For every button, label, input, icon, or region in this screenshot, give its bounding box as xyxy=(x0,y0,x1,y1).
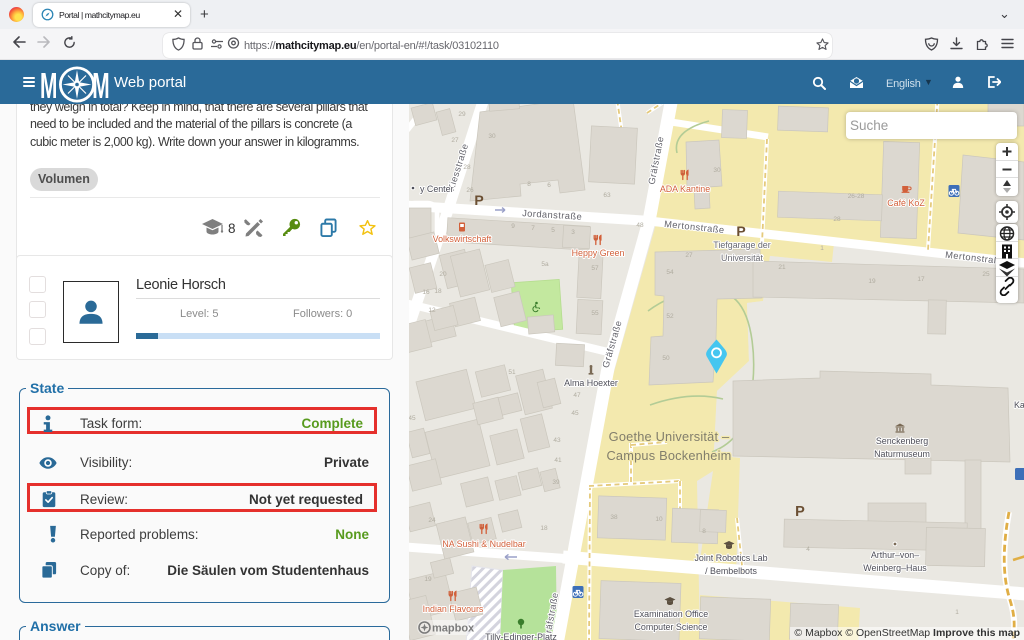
svg-text:9: 9 xyxy=(511,223,515,230)
svg-text:Weinberg–Haus: Weinberg–Haus xyxy=(863,563,927,573)
svg-text:Tiefgarage der: Tiefgarage der xyxy=(713,240,770,250)
svg-text:Volkswirtschaft: Volkswirtschaft xyxy=(433,234,492,244)
svg-text:4: 4 xyxy=(806,546,810,553)
svg-text:Naturmuseum: Naturmuseum xyxy=(874,449,930,459)
svg-text:52: 52 xyxy=(666,313,674,320)
svg-text:27: 27 xyxy=(451,137,459,144)
svg-text:Ka: Ka xyxy=(1014,400,1024,410)
svg-text:50: 50 xyxy=(662,355,670,362)
svg-text:M: M xyxy=(40,66,57,105)
svg-text:18: 18 xyxy=(434,288,442,295)
svg-text:NA Sushi & Nudelbar: NA Sushi & Nudelbar xyxy=(442,539,525,549)
svg-text:1: 1 xyxy=(820,245,824,252)
svg-text:18: 18 xyxy=(540,525,548,532)
svg-text:mapbox: mapbox xyxy=(432,623,475,635)
svg-text:y Center: y Center xyxy=(420,184,454,194)
svg-text:Senckenberg: Senckenberg xyxy=(876,436,928,446)
svg-text:7: 7 xyxy=(531,225,535,232)
svg-text:5: 5 xyxy=(551,227,555,234)
svg-text:26: 26 xyxy=(466,187,474,194)
svg-text:41: 41 xyxy=(554,457,562,464)
svg-text:19: 19 xyxy=(868,278,876,285)
svg-text:Alma Hoexter: Alma Hoexter xyxy=(564,378,618,388)
svg-text:Examination Office: Examination Office xyxy=(634,609,708,619)
svg-text:16: 16 xyxy=(422,289,430,296)
svg-text:/ Bembelbots: / Bembelbots xyxy=(705,566,757,576)
svg-text:ADA Kantine: ADA Kantine xyxy=(660,184,710,194)
svg-text:Goethe Universität –: Goethe Universität – xyxy=(609,429,730,444)
svg-text:26-28: 26-28 xyxy=(848,193,865,200)
svg-text:3: 3 xyxy=(571,229,575,236)
svg-text:63: 63 xyxy=(603,192,611,199)
svg-text:Computer Science: Computer Science xyxy=(634,622,707,632)
svg-text:8: 8 xyxy=(527,181,531,188)
svg-text:Heppy Green: Heppy Green xyxy=(572,248,625,258)
svg-text:54: 54 xyxy=(666,269,674,276)
svg-text:17: 17 xyxy=(917,276,925,283)
svg-text:27: 27 xyxy=(685,252,693,259)
svg-text:45: 45 xyxy=(571,410,579,417)
svg-text:24: 24 xyxy=(428,517,436,524)
svg-text:55: 55 xyxy=(591,310,599,317)
svg-text:25: 25 xyxy=(982,271,990,278)
svg-text:Universität: Universität xyxy=(721,253,763,263)
svg-text:Joint Robotics Lab: Joint Robotics Lab xyxy=(694,553,767,563)
svg-text:Arthur–von–: Arthur–von– xyxy=(871,550,919,560)
svg-text:45: 45 xyxy=(409,415,416,422)
svg-text:12: 12 xyxy=(428,307,436,314)
svg-text:43: 43 xyxy=(553,437,561,444)
svg-text:48: 48 xyxy=(636,222,644,229)
svg-text:P: P xyxy=(736,223,745,239)
svg-text:39: 39 xyxy=(552,479,560,486)
svg-text:20: 20 xyxy=(439,271,447,278)
svg-text:8: 8 xyxy=(702,528,706,535)
svg-text:30: 30 xyxy=(488,133,496,140)
svg-text:Campus Bockenheim: Campus Bockenheim xyxy=(606,448,731,463)
svg-text:29: 29 xyxy=(458,111,466,118)
svg-text:P: P xyxy=(474,192,483,208)
svg-text:P: P xyxy=(795,504,805,520)
svg-text:21: 21 xyxy=(778,264,786,271)
svg-text:28: 28 xyxy=(833,216,841,223)
svg-text:28: 28 xyxy=(463,164,471,171)
svg-text:1: 1 xyxy=(955,609,959,616)
svg-text:Café KoZ: Café KoZ xyxy=(887,198,925,208)
svg-text:19: 19 xyxy=(424,576,432,583)
svg-text:30: 30 xyxy=(713,167,721,174)
svg-text:Indian Flavours: Indian Flavours xyxy=(423,604,484,614)
svg-text:38: 38 xyxy=(610,514,618,521)
svg-text:Tilly-Edinger-Platz: Tilly-Edinger-Platz xyxy=(485,632,557,640)
svg-text:10: 10 xyxy=(655,516,663,523)
svg-text:51: 51 xyxy=(508,369,516,376)
svg-text:5a: 5a xyxy=(541,261,549,268)
svg-text:47: 47 xyxy=(573,392,581,399)
svg-text:6: 6 xyxy=(547,182,551,189)
svg-text:57: 57 xyxy=(591,265,599,272)
